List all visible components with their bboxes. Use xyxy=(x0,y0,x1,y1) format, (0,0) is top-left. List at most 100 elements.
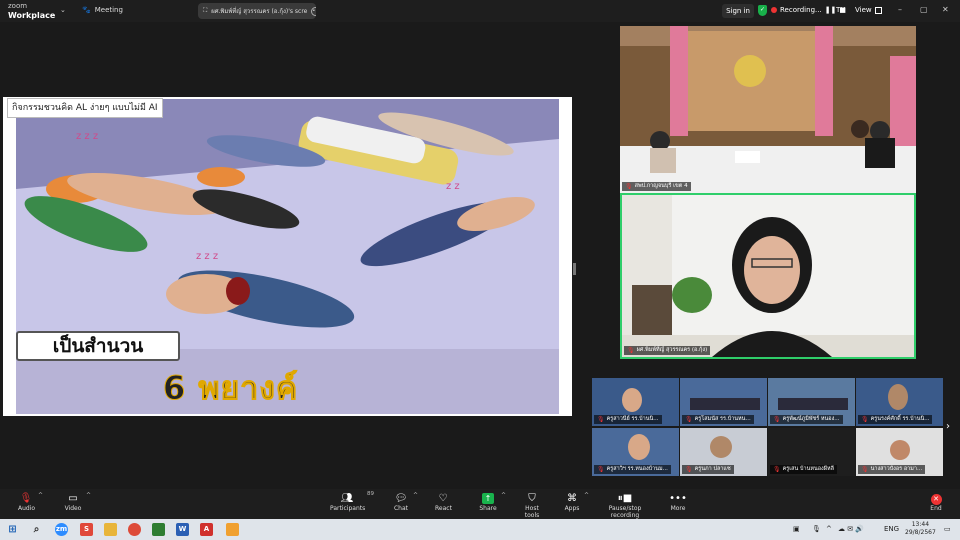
search-icon[interactable]: ⌕ xyxy=(30,523,43,536)
svg-text:z z: z z xyxy=(446,181,460,192)
mic-off-icon: 🎙︎ xyxy=(597,466,605,473)
app-icon[interactable] xyxy=(152,523,165,536)
language-indicator[interactable]: TH xyxy=(836,6,846,14)
share-label: Share xyxy=(479,505,497,512)
end-call-icon: ✕ xyxy=(930,494,942,505)
mic-off-icon: 🎙︎ xyxy=(685,466,693,473)
clock[interactable]: 13:44 29/8/2567 xyxy=(905,521,936,537)
pause-stop-recording-button[interactable]: ⏸■ Pause/stop recording xyxy=(596,492,654,519)
panel-splitter-handle[interactable] xyxy=(573,263,576,275)
camera-icon: ▭ xyxy=(68,493,78,504)
chevron-up-icon[interactable]: ^ xyxy=(584,492,589,499)
chevron-up-icon[interactable]: ^ xyxy=(501,492,506,499)
react-button[interactable]: ♡ React xyxy=(435,492,452,512)
room-video-image xyxy=(620,26,916,193)
clock-time: 13:44 xyxy=(911,521,930,528)
gallery-next-arrow-icon[interactable]: › xyxy=(946,421,950,432)
mic-icon[interactable]: 🎙︎ xyxy=(812,525,821,533)
more-button[interactable]: ••• More xyxy=(669,492,687,512)
chevron-up-icon[interactable]: ^ xyxy=(38,492,43,499)
slide-title: กิจกรรมชวนคิด AL ง่ายๆ แบบไม่มี AI xyxy=(7,98,163,118)
gallery-tile[interactable]: 🎙︎ ครูพัฒน์ภูมิพัชร์ หนอง... xyxy=(768,378,855,426)
chrome-icon[interactable] xyxy=(128,523,141,536)
more-label: More xyxy=(670,505,686,512)
sign-in-button[interactable]: Sign in xyxy=(722,4,754,18)
pdf-icon[interactable]: A xyxy=(200,523,213,536)
speaker-video-image xyxy=(622,195,914,357)
notification-icon[interactable]: ▭ xyxy=(944,525,951,533)
end-label: End xyxy=(930,505,942,512)
gallery-tile[interactable]: 🎙︎ ครูสาวนีย์ รร.บ้านนิ... xyxy=(592,378,679,426)
mic-off-icon: 🎙︎ xyxy=(19,493,33,504)
recording-status[interactable]: Recording... ❚❚ ■ xyxy=(771,6,846,14)
language-indicator[interactable]: ENG xyxy=(884,525,899,533)
gallery-tile[interactable]: 🎙︎ ครูโสมนัส รร.บ้านหน... xyxy=(680,378,767,426)
meeting-menu[interactable]: 🐾 Meeting xyxy=(82,6,123,14)
close-icon[interactable]: ✕ xyxy=(942,5,949,14)
participant-name: สพป.กาญจนบุรี เขต 4 xyxy=(634,183,688,189)
minimize-icon[interactable]: – xyxy=(898,5,902,14)
word-icon[interactable]: W xyxy=(176,523,189,536)
participant-name: ครูนรงค์ศักดิ์ รร.บ้านนิ... xyxy=(870,416,930,422)
host-tools-button[interactable]: ⛉ Host tools xyxy=(518,492,546,519)
os-taskbar: ⊞ ⌕ zm S W A ▣ 🎙︎ ^ ☁ ✉ 🔊 ENG 13:44 29/8… xyxy=(0,519,960,540)
participant-name: ครูพัฒน์ภูมิพัชร์ หนอง... xyxy=(782,416,840,422)
audio-label: Audio xyxy=(18,505,36,512)
folder-icon[interactable] xyxy=(104,523,117,536)
share-button[interactable]: ↑ Share ^ xyxy=(479,492,506,512)
chevron-up-icon[interactable]: ^ xyxy=(826,525,832,533)
people-icon: 👥︎ xyxy=(340,493,354,504)
chevron-down-icon[interactable]: ⌄ xyxy=(60,6,66,14)
chat-button[interactable]: 💬︎ Chat ^ xyxy=(393,492,418,512)
pause-stop-icon: ⏸■ xyxy=(617,493,633,504)
grid-icon xyxy=(874,6,882,14)
gallery-name-label: 🎙︎ ครูสาวิฯ รร.หนองบ้านม... xyxy=(594,465,671,474)
active-app-icon[interactable] xyxy=(226,523,239,536)
gallery-tile[interactable]: 🎙︎ ครูเสน บ้านหนองผีหลี xyxy=(768,428,855,476)
host-tools-label: Host tools xyxy=(524,505,540,519)
heart-icon: ♡ xyxy=(438,493,448,504)
mic-off-icon: 🎙︎ xyxy=(861,416,869,423)
participant-name: นางสาวบังอร อามา... xyxy=(870,466,923,472)
end-button[interactable]: ✕ End xyxy=(928,492,944,512)
participants-button[interactable]: 👥︎ Participants 89 xyxy=(330,491,374,512)
top-bar: zoom Workplace ⌄ 🐾 Meeting ⛶ ผศ.พิมพ์ที่… xyxy=(0,0,960,22)
view-button[interactable]: View xyxy=(855,6,882,14)
screen-share-pill[interactable]: ⛶ ผศ.พิมพ์ที่ญ์ สุวรรณคร (อ.กุ้ง)'s scre… xyxy=(198,3,316,19)
gallery-strip: 🎙︎ ครูสาวนีย์ รร.บ้านนิ... 🎙︎ ครูโสมนัส รร… xyxy=(592,378,944,476)
gallery-name-label: 🎙︎ ครูโสมนัส รร.บ้านหน... xyxy=(682,415,754,424)
video-tile-room[interactable]: 🎙︎ สพป.กาญจนบุรี เขต 4 xyxy=(620,26,916,193)
recording-label: Recording... xyxy=(780,6,822,14)
participant-name: ครูนภา ปลาแซ xyxy=(694,466,731,472)
video-name-label: 🎙︎ สพป.กาญจนบุรี เขต 4 xyxy=(622,182,691,191)
gallery-tile[interactable]: 🎙︎ ครูนภา ปลาแซ xyxy=(680,428,767,476)
video-tile-active-speaker[interactable]: 🎙︎ ผศ.พิมพ์ที่ญ์ สุวรรณคร (อ.กุ้ง) xyxy=(620,193,916,359)
zoom-app-icon[interactable]: zm xyxy=(55,523,68,536)
gallery-name-label: 🎙︎ ครูนภา ปลาแซ xyxy=(682,465,734,474)
gallery-tile[interactable]: 🎙︎ ครูสาวิฯ รร.หนองบ้านม... xyxy=(592,428,679,476)
gallery-tile[interactable]: 🎙︎ ครูนรงค์ศักดิ์ รร.บ้านนิ... xyxy=(856,378,943,426)
tray-icons[interactable]: ☁ ✉ 🔊 xyxy=(838,525,864,533)
maximize-icon[interactable]: ▢ xyxy=(920,5,928,14)
chevron-up-icon[interactable]: ^ xyxy=(413,492,418,499)
shield-check-icon[interactable]: ✓ xyxy=(758,5,767,16)
slide-count-text: 6 พยางค์ xyxy=(162,369,299,408)
apps-icon: ⌘ xyxy=(567,493,577,504)
react-label: React xyxy=(435,505,452,512)
windows-start-icon[interactable]: ⊞ xyxy=(6,523,19,536)
gallery-name-label: 🎙︎ ครูสาวนีย์ รร.บ้านนิ... xyxy=(594,415,662,424)
more-options-icon[interactable]: ••• xyxy=(311,6,316,16)
svg-text:z z z: z z z xyxy=(196,251,218,262)
view-label: View xyxy=(855,6,872,14)
chevron-up-icon[interactable]: ^ xyxy=(86,492,91,499)
tray-app-icon[interactable]: ▣ xyxy=(793,525,800,533)
participant-name: ครูสาวนีย์ รร.บ้านนิ... xyxy=(606,416,659,422)
audio-button[interactable]: 🎙︎ Audio ^ xyxy=(18,492,43,512)
presentation-app-icon[interactable]: S xyxy=(80,523,93,536)
gallery-tile[interactable]: 🎙︎ นางสาวบังอร อามา... xyxy=(856,428,943,476)
apps-button[interactable]: ⌘ Apps ^ xyxy=(564,492,589,512)
video-button[interactable]: ▭ Video ^ xyxy=(64,492,91,512)
slide-caption: เป็นสำนวน xyxy=(16,331,180,361)
pause-icon[interactable]: ❚❚ xyxy=(825,6,837,14)
gallery-name-label: 🎙︎ นางสาวบังอร อามา... xyxy=(858,465,926,474)
